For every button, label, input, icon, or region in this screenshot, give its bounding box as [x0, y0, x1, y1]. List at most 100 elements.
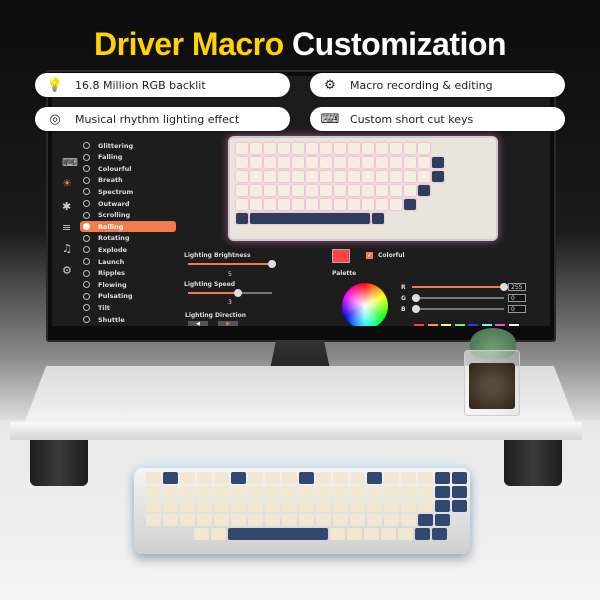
key — [348, 199, 360, 210]
keycap — [214, 500, 229, 512]
lighting-mode-shuttle[interactable]: Shuttle — [83, 314, 193, 325]
key — [390, 157, 402, 168]
mode-label: Tilt — [98, 303, 110, 312]
radio-button[interactable] — [83, 258, 90, 265]
g-label: G — [401, 295, 406, 302]
color-swatch[interactable] — [427, 324, 438, 326]
r-slider[interactable] — [412, 283, 508, 291]
radio-button[interactable] — [83, 292, 90, 300]
current-color-swatch[interactable] — [332, 249, 350, 263]
keycap — [214, 486, 229, 498]
g-input[interactable]: 0 — [508, 294, 526, 302]
radio-button[interactable] — [83, 153, 90, 161]
headline-rest: Customization — [292, 26, 506, 62]
speed-value: 3 — [228, 299, 232, 306]
lighting-mode-spectrum[interactable]: Spectrum — [83, 186, 193, 197]
key — [264, 199, 276, 210]
radio-button[interactable] — [83, 165, 90, 173]
keycap — [401, 514, 416, 526]
keycap — [415, 528, 430, 540]
lighting-mode-rolling[interactable]: Rolling — [80, 221, 176, 233]
key — [306, 143, 318, 154]
radio-button[interactable] — [83, 304, 90, 312]
feature-pill-music: ◎ Musical rhythm lighting effect — [35, 107, 290, 131]
keycap — [418, 514, 433, 526]
lighting-mode-colourful[interactable]: Colourful — [83, 163, 193, 174]
light-icon: ☀ — [62, 177, 72, 190]
key — [292, 157, 304, 168]
color-swatch[interactable] — [481, 324, 492, 326]
lighting-mode-rotating[interactable]: Rotating — [83, 233, 193, 244]
key — [334, 143, 346, 154]
keycap — [398, 528, 413, 540]
keycap — [180, 472, 195, 484]
brightness-slider[interactable] — [188, 260, 276, 268]
key — [362, 185, 374, 196]
lighting-mode-breath[interactable]: Breath — [83, 175, 193, 186]
radio-button[interactable] — [83, 188, 90, 196]
key — [334, 199, 346, 210]
radio-button[interactable] — [83, 200, 90, 207]
keycap — [384, 514, 399, 526]
color-swatch[interactable] — [495, 324, 505, 326]
riser-leg-left — [30, 440, 88, 486]
lighting-mode-launch[interactable]: Launch — [83, 256, 193, 267]
b-input[interactable]: 0 — [508, 305, 526, 313]
lighting-mode-scrolling[interactable]: Scrolling — [83, 210, 193, 221]
radio-button[interactable] — [83, 142, 90, 149]
keycap — [180, 500, 195, 512]
key — [372, 213, 384, 224]
feature-label: Macro recording & editing — [350, 78, 493, 92]
keycap — [330, 528, 345, 540]
key — [376, 199, 388, 210]
direction-right-button[interactable]: ▶ — [218, 321, 238, 326]
keycap — [367, 514, 382, 526]
keycap — [384, 472, 399, 484]
keycap — [299, 500, 314, 512]
key — [362, 157, 374, 168]
lighting-mode-flowing[interactable]: Flowing — [83, 279, 193, 290]
color-swatch[interactable] — [414, 324, 424, 326]
lighting-mode-explode[interactable]: Explode — [83, 244, 193, 255]
color-swatch[interactable] — [454, 324, 465, 326]
color-swatch[interactable] — [441, 324, 451, 326]
radio-button[interactable] — [83, 246, 90, 254]
keycap — [146, 514, 161, 526]
lighting-mode-pulsating[interactable]: Pulsating — [83, 291, 193, 302]
key — [292, 199, 304, 210]
colorful-checkbox[interactable]: ✓ — [366, 252, 373, 259]
radio-button[interactable] — [83, 223, 90, 231]
r-input[interactable]: 255 — [508, 283, 526, 291]
key — [292, 171, 304, 182]
lighting-mode-tilt[interactable]: Tilt — [83, 302, 193, 313]
key — [236, 213, 248, 224]
key — [418, 157, 430, 168]
key — [362, 143, 374, 154]
speed-slider[interactable] — [188, 289, 272, 297]
radio-button[interactable] — [83, 234, 90, 242]
key — [236, 199, 248, 210]
g-slider[interactable] — [412, 294, 504, 302]
key — [418, 171, 430, 182]
lighting-mode-outward[interactable]: Outward — [83, 198, 193, 209]
keycap — [435, 500, 450, 512]
radio-button[interactable] — [83, 269, 90, 277]
lighting-mode-ripples[interactable]: Ripples — [83, 268, 193, 279]
key — [404, 143, 416, 154]
color-wheel[interactable] — [342, 283, 388, 326]
radio-button[interactable] — [83, 316, 90, 323]
direction-left-button[interactable]: ◀ — [188, 321, 208, 326]
radio-button[interactable] — [83, 176, 90, 184]
radio-button[interactable] — [83, 211, 90, 219]
mode-label: Scrolling — [98, 211, 131, 220]
keycap — [333, 514, 348, 526]
lighting-mode-glittering[interactable]: Glittering — [83, 140, 193, 151]
keycap — [316, 514, 331, 526]
radio-button[interactable] — [83, 281, 90, 289]
palette-label: Palette — [332, 270, 357, 277]
lighting-mode-falling[interactable]: Falling — [83, 152, 193, 163]
color-swatch[interactable] — [508, 324, 519, 326]
color-swatch[interactable] — [468, 324, 478, 326]
keycap — [367, 500, 382, 512]
b-slider[interactable] — [412, 305, 504, 313]
